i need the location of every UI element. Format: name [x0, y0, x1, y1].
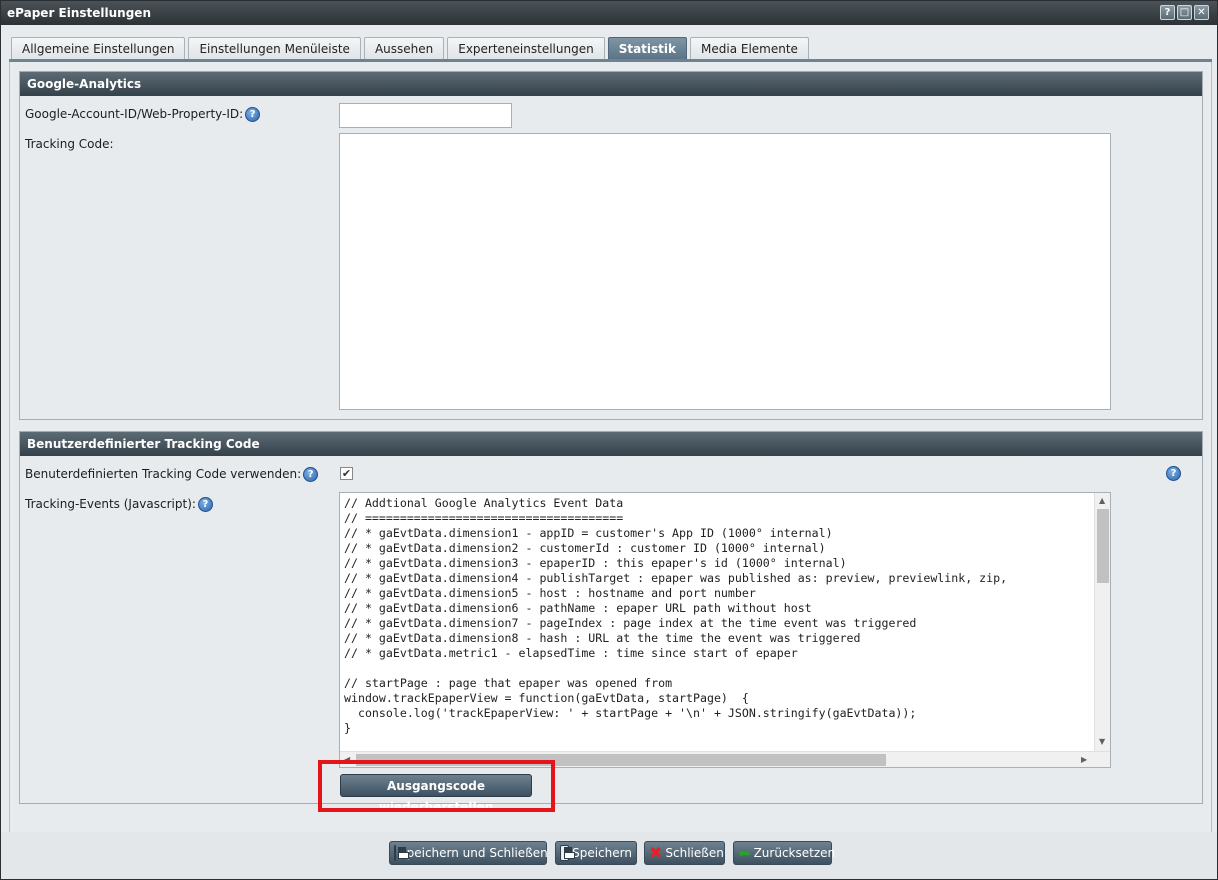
back-arrow-icon: ⬅	[738, 844, 751, 862]
use-custom-tracking-label-text: Benuterdefinierten Tracking Code verwend…	[25, 467, 302, 481]
vertical-scroll-thumb[interactable]	[1097, 509, 1109, 583]
save-icon	[560, 845, 576, 861]
save-and-close-label: Speichern und Schließen	[399, 846, 548, 860]
tab-einstellungen-menueleiste[interactable]: Einstellungen Menüleiste	[188, 37, 361, 60]
scroll-down-icon[interactable]: ▼	[1099, 737, 1105, 746]
tab-statistik[interactable]: Statistik	[607, 37, 688, 60]
window-title: ePaper Einstellungen	[7, 6, 151, 20]
use-custom-tracking-label: Benuterdefinierten Tracking Code verwend…	[25, 467, 319, 482]
tab-media-elemente[interactable]: Media Elemente	[690, 37, 809, 60]
tracking-events-label-text: Tracking-Events (Javascript):	[25, 497, 196, 511]
tracking-code-textarea[interactable]	[339, 133, 1111, 410]
help-icon[interactable]: ?	[197, 497, 213, 512]
window-titlebar[interactable]: ePaper Einstellungen ? □ ✕	[1, 1, 1217, 25]
help-icon[interactable]: ?	[1166, 466, 1181, 481]
google-analytics-header: Google-Analytics	[20, 72, 1202, 96]
use-custom-tracking-checkbox[interactable]: ✔	[340, 467, 353, 480]
tracking-events-editor[interactable]: // Addtional Google Analytics Event Data…	[339, 492, 1111, 768]
scroll-right-icon[interactable]: ▶	[1081, 755, 1087, 764]
reset-button[interactable]: ⬅ Zurücksetzen	[733, 841, 835, 865]
custom-tracking-header: Benutzerdefinierter Tracking Code	[20, 432, 1202, 456]
help-icon[interactable]: ?	[303, 467, 319, 482]
help-icon[interactable]: ?	[245, 107, 261, 122]
settings-window: ePaper Einstellungen ? □ ✕ Allgemeine Ei…	[0, 0, 1218, 880]
highlight-box	[318, 760, 555, 812]
tracking-events-label: Tracking-Events (Javascript):?	[25, 497, 213, 512]
close-label: Schließen	[665, 846, 724, 860]
tracking-code-label: Tracking Code:	[25, 137, 114, 151]
window-controls: ? □ ✕	[1160, 5, 1209, 20]
save-icon	[394, 845, 409, 861]
account-id-label: Google-Account-ID/Web-Property-ID:?	[25, 107, 261, 122]
help-window-button[interactable]: ?	[1160, 5, 1175, 20]
editor-vertical-scrollbar[interactable]: ▲ ▼	[1094, 493, 1110, 751]
tab-allgemeine-einstellungen[interactable]: Allgemeine Einstellungen	[11, 37, 186, 60]
account-id-input[interactable]	[339, 103, 512, 128]
reset-label: Zurücksetzen	[753, 846, 836, 860]
close-icon: ✖	[649, 843, 663, 862]
save-and-close-button[interactable]: Speichern und Schließen	[389, 841, 548, 865]
scroll-up-icon[interactable]: ▲	[1099, 496, 1105, 505]
tracking-events-code[interactable]: // Addtional Google Analytics Event Data…	[341, 494, 1095, 749]
close-window-button[interactable]: ✕	[1194, 5, 1209, 20]
close-button[interactable]: ✖ Schließen	[644, 841, 725, 865]
save-label: Speichern	[572, 846, 632, 860]
tab-bar: Allgemeine Einstellungen Einstellungen M…	[11, 37, 809, 60]
maximize-window-button[interactable]: □	[1177, 5, 1192, 20]
save-button[interactable]: Speichern	[555, 841, 637, 865]
tab-aussehen[interactable]: Aussehen	[363, 37, 445, 60]
tab-experteneinstellungen[interactable]: Experteneinstellungen	[447, 37, 605, 60]
account-id-label-text: Google-Account-ID/Web-Property-ID:	[25, 107, 244, 121]
